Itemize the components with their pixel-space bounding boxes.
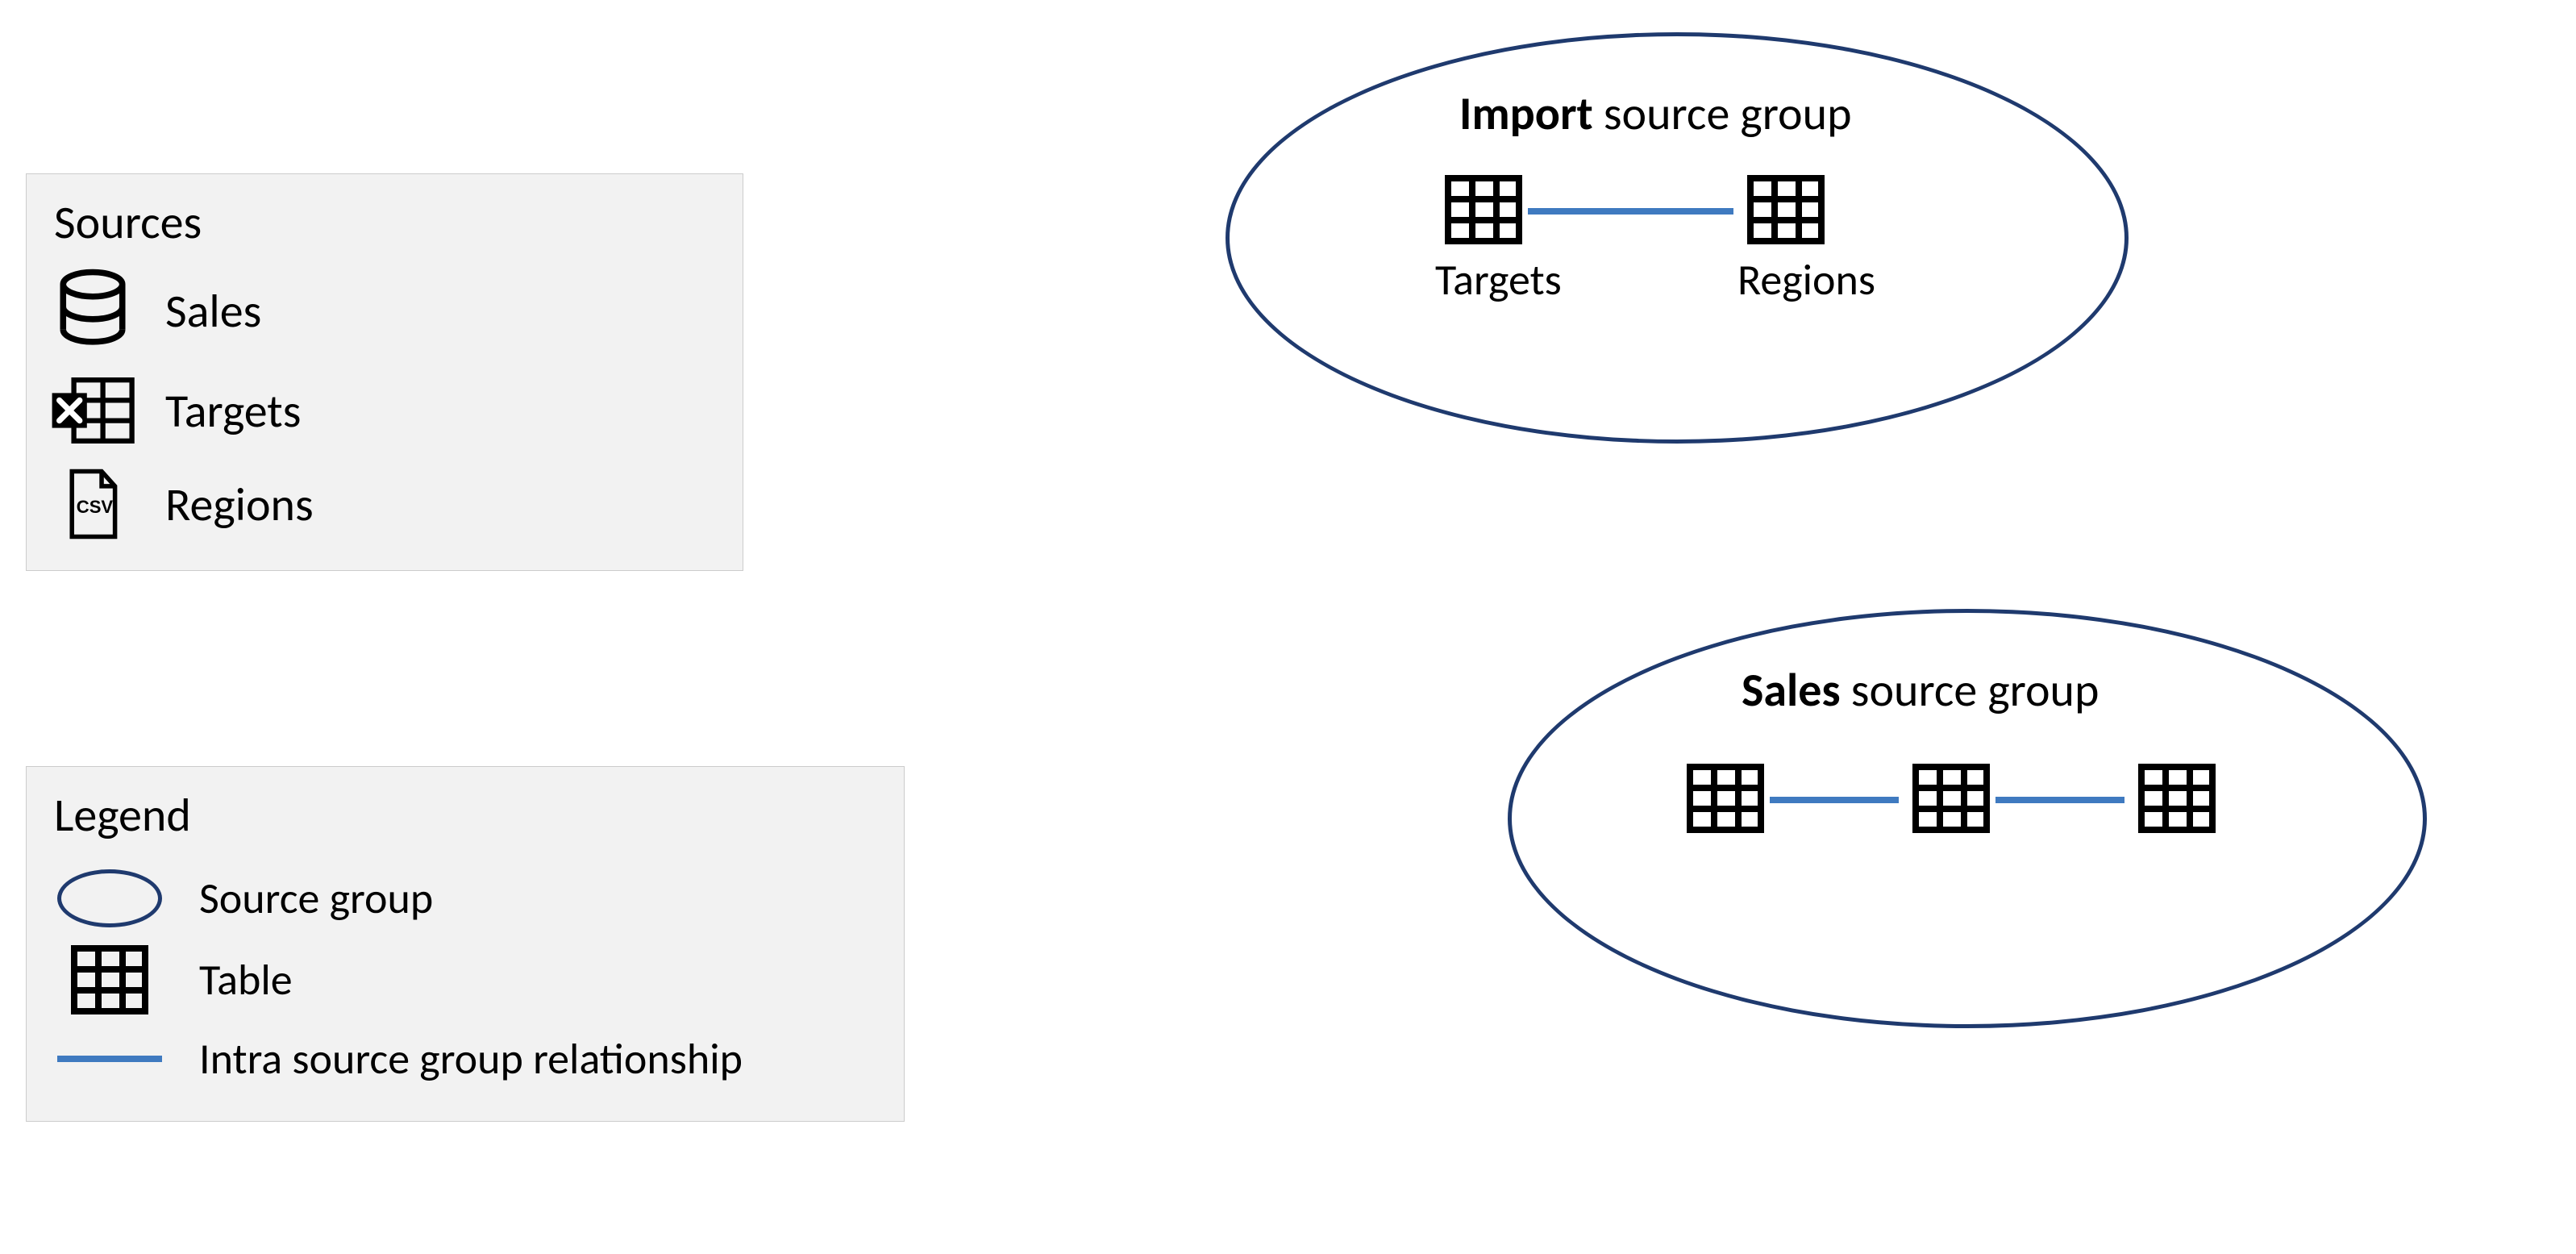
svg-text:CSV: CSV xyxy=(77,497,114,517)
legend-title: Legend xyxy=(54,786,881,844)
table-icon xyxy=(2137,823,2217,839)
diagram-canvas: Sources Sales xyxy=(0,0,2576,1254)
sales-connector-2 xyxy=(1995,797,2124,803)
sales-title-rest: source group xyxy=(1851,661,2100,719)
source-label-sales: Sales xyxy=(165,282,261,340)
table-icon xyxy=(1746,235,1826,250)
legend-label-relationship: Intra source group relationship xyxy=(199,1032,743,1085)
source-row-regions: CSV Regions xyxy=(49,460,720,548)
legend-line-icon xyxy=(49,1056,170,1062)
table-icon xyxy=(49,944,170,1016)
import-source-group-title: Import source group xyxy=(1459,85,1852,142)
legend-panel: Legend Source group Table xyxy=(26,766,905,1122)
table-icon xyxy=(1911,823,1991,839)
source-label-regions: Regions xyxy=(165,476,314,533)
excel-icon xyxy=(49,367,136,454)
source-label-targets: Targets xyxy=(165,382,301,440)
sales-table-2 xyxy=(1903,762,2000,839)
sales-table-1 xyxy=(1677,762,1774,839)
import-table-targets-label: Targets xyxy=(1435,253,1532,306)
import-table-targets: Targets xyxy=(1435,173,1532,306)
source-row-targets: Targets xyxy=(49,360,720,460)
import-connector xyxy=(1528,208,1733,215)
csv-file-icon: CSV xyxy=(49,467,136,541)
table-icon xyxy=(1685,823,1766,839)
table-icon xyxy=(1443,235,1524,250)
sources-panel: Sources Sales xyxy=(26,173,743,571)
legend-row-relationship: Intra source group relationship xyxy=(49,1024,881,1094)
import-title-rest: source group xyxy=(1604,85,1852,142)
import-table-regions-label: Regions xyxy=(1737,253,1834,306)
legend-label-table: Table xyxy=(199,953,293,1006)
import-title-bold: Import xyxy=(1459,85,1593,142)
sales-title-bold: Sales xyxy=(1742,661,1841,719)
import-table-regions: Regions xyxy=(1737,173,1834,306)
sales-source-group-title: Sales source group xyxy=(1742,661,2100,719)
sources-title: Sources xyxy=(54,194,720,251)
sales-connector-1 xyxy=(1770,797,1899,803)
legend-ellipse-icon xyxy=(49,869,170,927)
legend-row-source-group: Source group xyxy=(49,861,881,935)
sales-table-3 xyxy=(2129,762,2225,839)
database-icon xyxy=(49,267,136,354)
source-row-sales: Sales xyxy=(49,260,720,360)
legend-row-table: Table xyxy=(49,935,881,1024)
legend-label-source-group: Source group xyxy=(199,872,433,925)
